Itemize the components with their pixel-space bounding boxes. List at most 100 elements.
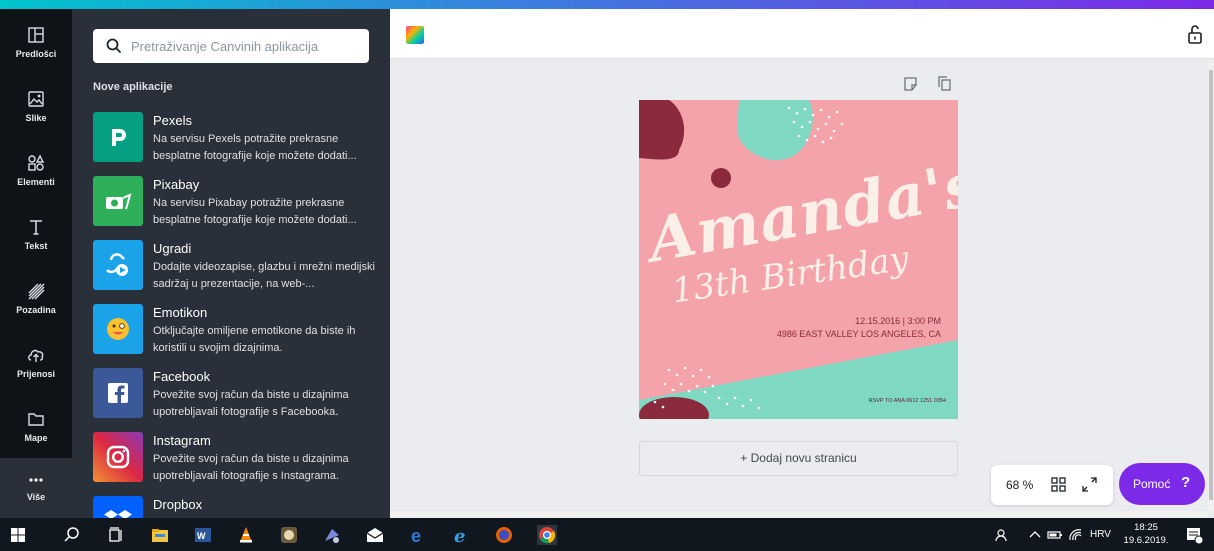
language-indicator[interactable]: HRV [1090, 529, 1111, 540]
nav-elements[interactable]: Elementi [0, 143, 72, 203]
search-icon [106, 38, 122, 54]
nav-folders[interactable]: Mape [0, 399, 72, 459]
brand-gradient-bar [0, 0, 1214, 9]
mail-icon[interactable] [365, 525, 385, 545]
apps-panel: Pretraživanje Canvinih aplikacija Nove a… [72, 9, 390, 518]
app-pexels[interactable]: Pexels Na servisu Pexels potražite prekr… [93, 112, 383, 174]
nav-uploads[interactable]: Prijenosi [0, 335, 72, 395]
vertical-scrollbar[interactable] [1208, 60, 1214, 511]
folder-icon [28, 413, 44, 426]
dropbox-icon [93, 496, 143, 518]
design-date[interactable]: 12.15.2016 | 3:00 PM [855, 316, 941, 326]
help-button[interactable]: Pomoć ? [1119, 463, 1205, 505]
scroll-thumb[interactable] [1209, 70, 1213, 500]
chevron-up-icon[interactable] [1025, 525, 1045, 545]
word-icon[interactable]: W [193, 525, 213, 545]
paint-app-icon[interactable] [322, 525, 342, 545]
question-icon: ? [1181, 474, 1191, 491]
zoom-controls: 68 % [991, 465, 1113, 505]
people-icon[interactable] [993, 525, 1013, 545]
game-app-icon[interactable] [279, 525, 299, 545]
file-explorer-icon[interactable] [150, 525, 170, 545]
nav-label-templates: Predlošci [15, 49, 57, 59]
clock[interactable]: 18:25 19.6.2019. [1118, 521, 1174, 547]
app-name: Pexels [153, 113, 193, 128]
nav-more[interactable]: Više [0, 458, 72, 518]
page-note-icon[interactable] [904, 77, 917, 91]
fullscreen-icon[interactable] [1082, 477, 1097, 492]
left-nav: Predlošci Slike Elementi Tekst Pozadina … [0, 9, 72, 518]
pixabay-icon [93, 176, 143, 226]
editor-toolbar [390, 9, 1214, 59]
nav-label-elements: Elementi [17, 177, 55, 187]
windows-start-icon[interactable] [8, 525, 28, 545]
horizontal-scrollbar[interactable] [390, 511, 1208, 518]
duplicate-page-icon[interactable] [938, 76, 951, 91]
battery-icon[interactable] [1045, 525, 1065, 545]
wifi-icon[interactable] [1066, 525, 1086, 545]
app-name: Ugradi [153, 241, 192, 256]
nav-label-folders: Mape [24, 433, 48, 443]
background-icon [28, 283, 45, 300]
app-name: Pixabay [153, 177, 200, 192]
clock-time: 18:25 [1134, 522, 1158, 533]
nav-label-text: Tekst [24, 241, 48, 251]
app-name: Dropbox [153, 497, 203, 512]
app-desc: Povežite svoj račun da biste u dizajnima… [153, 389, 349, 418]
design-address[interactable]: 4986 EAST VALLEY LOS ANGELES, CA [777, 329, 941, 339]
grid-view-icon[interactable] [1051, 477, 1066, 492]
nav-background[interactable]: Pozadina [0, 271, 72, 331]
firefox-icon[interactable] [494, 525, 514, 545]
zoom-level[interactable]: 68 % [1006, 478, 1033, 492]
search-icon[interactable] [62, 525, 82, 545]
nav-photos[interactable]: Slike [0, 79, 72, 139]
nav-label-uploads: Prijenosi [16, 369, 55, 379]
pexels-icon [93, 112, 143, 162]
page-actions [904, 76, 951, 91]
facebook-icon [93, 368, 143, 418]
task-view-icon[interactable] [106, 525, 126, 545]
app-desc: Na servisu Pexels potražite prekrasne be… [153, 133, 357, 162]
add-page-button[interactable]: + Dodaj novu stranicu [639, 441, 958, 476]
app-name: Facebook [153, 369, 211, 384]
notifications-icon[interactable] [1184, 525, 1204, 545]
help-label: Pomoć [1133, 477, 1171, 491]
search-placeholder: Pretraživanje Canvinih aplikacija [131, 39, 319, 54]
svg-text:e: e [454, 526, 465, 545]
app-embed[interactable]: Ugradi Dodajte videozapise, glazbu i mre… [93, 240, 383, 302]
emoji-icon [93, 304, 143, 354]
app-dropbox[interactable]: Dropbox [93, 496, 383, 518]
svg-text:W: W [197, 531, 206, 541]
svg-text:e: e [411, 526, 421, 545]
app-desc: Dodajte videozapise, glazbu i mrežni med… [153, 261, 375, 290]
design-rsvp[interactable]: RSVP TO ANA 0612 1251 0354 [869, 398, 946, 404]
template-icon [28, 27, 44, 43]
text-icon [30, 220, 42, 235]
more-icon [29, 478, 43, 482]
canva-window: Predlošci Slike Elementi Tekst Pozadina … [0, 0, 1214, 551]
app-name: Instagram [153, 433, 211, 448]
app-pixabay[interactable]: Pixabay Na servisu Pixabay potražite pre… [93, 176, 383, 238]
search-input[interactable]: Pretraživanje Canvinih aplikacija [93, 29, 369, 63]
design-page[interactable]: Amanda's 13th Birthday 12.15.2016 | 3:00… [639, 100, 958, 419]
app-facebook[interactable]: Facebook Povežite svoj račun da biste u … [93, 368, 383, 430]
embed-icon [93, 240, 143, 290]
chrome-icon[interactable] [537, 525, 557, 545]
vlc-icon[interactable] [236, 525, 256, 545]
app-desc: Povežite svoj račun da biste u dizajnima… [153, 453, 349, 482]
app-emoji[interactable]: Emotikon Otključajte omiljene emotikone … [93, 304, 383, 366]
app-instagram[interactable]: Instagram Povežite svoj račun da biste u… [93, 432, 383, 494]
nav-text[interactable]: Tekst [0, 207, 72, 267]
section-title: Nove aplikacije [93, 81, 173, 93]
app-name: Emotikon [153, 305, 208, 320]
windows-taskbar: W e e HRV 18:25 19.6.2019. [0, 518, 1214, 551]
edge-icon[interactable]: e [408, 525, 428, 545]
nav-label-background: Pozadina [16, 305, 56, 315]
nav-label-photos: Slike [25, 113, 47, 123]
color-picker-icon[interactable] [406, 26, 424, 44]
image-icon [28, 91, 44, 107]
nav-templates[interactable]: Predlošci [0, 15, 72, 75]
app-desc: Na servisu Pixabay potražite prekrasne b… [153, 197, 357, 226]
internet-explorer-icon[interactable]: e [451, 525, 471, 545]
unlock-icon[interactable] [1186, 23, 1204, 45]
